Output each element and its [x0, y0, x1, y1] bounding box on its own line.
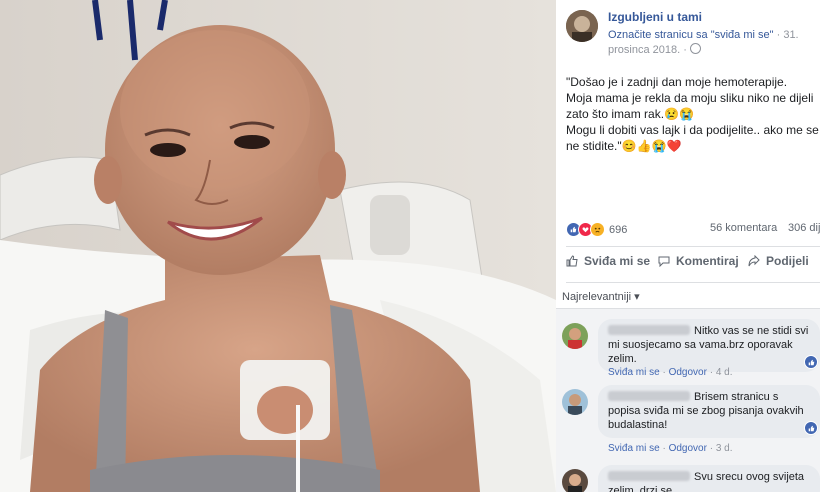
comments-count-link[interactable]: 56 komentara	[710, 222, 777, 234]
reactions-summary[interactable]: 696	[566, 222, 627, 237]
like-button-label: Sviđa mi se	[584, 254, 651, 268]
comment-like-link[interactable]: Sviđa mi se	[608, 443, 660, 454]
avatar-image	[566, 10, 598, 42]
sad-icon	[590, 222, 605, 237]
comment-bubble: Nitko vas se ne stidi svi mi suosjecamo …	[598, 319, 820, 372]
comment-like-link[interactable]: Sviđa mi se	[608, 367, 660, 378]
shares-count-link[interactable]: 306 dijeljenja	[788, 222, 820, 234]
comment-filter-dropdown[interactable]: Najrelevantniji ▾	[562, 290, 640, 303]
comment-reply-link[interactable]: Odgovor	[669, 443, 707, 454]
comment-time[interactable]: 3 d.	[716, 443, 733, 454]
reactions-count: 696	[609, 223, 628, 236]
share-icon	[748, 255, 760, 267]
share-button[interactable]: Podijeli	[748, 254, 809, 268]
photo-image	[0, 0, 556, 492]
post-meta: Označite stranicu sa "sviđa mi se" · 31.…	[608, 28, 820, 58]
comment-actions: Sviđa mi se · Odgovor · 3 d.	[608, 443, 733, 454]
comment-time[interactable]: 4 d.	[716, 367, 733, 378]
comment-author-redacted[interactable]	[608, 391, 690, 401]
avatar[interactable]	[562, 389, 588, 415]
divider	[566, 246, 820, 247]
page-name-link[interactable]: Izgubljeni u tami	[608, 10, 702, 24]
comment-button-label: Komentiraj	[676, 254, 739, 268]
post-text: "Došao je i zadnji dan moje hemoterapije…	[566, 75, 819, 153]
comment-actions: Sviđa mi se · Odgovor · 4 d.	[608, 367, 733, 378]
like-icon	[804, 421, 818, 435]
comments-list: Nitko vas se ne stidi svi mi suosjecamo …	[556, 308, 820, 492]
avatar[interactable]	[562, 323, 588, 349]
post-side-panel: Izgubljeni u tami Označite stranicu sa "…	[556, 0, 820, 492]
comment-bubble: Brisem stranicu s popisa sviđa mi se zbo…	[598, 385, 820, 438]
post-actions: Sviđa mi se Komentiraj Podijeli	[566, 254, 820, 274]
comment-author-redacted[interactable]	[608, 325, 690, 335]
avatar[interactable]	[562, 469, 588, 492]
post-stats: 696 56 komentara 306 dijeljenja	[566, 222, 820, 238]
page-avatar[interactable]	[566, 10, 598, 42]
thumb-up-icon	[566, 255, 578, 267]
share-button-label: Podijeli	[766, 254, 809, 268]
like-page-link[interactable]: Označite stranicu sa "sviđa mi se"	[608, 29, 774, 41]
divider	[566, 282, 820, 283]
comment-bubble: Svu srecu ovog svijeta zelim, drzi se	[598, 465, 820, 492]
comment-button[interactable]: Komentiraj	[658, 254, 739, 268]
like-icon	[804, 355, 818, 369]
comment-author-redacted[interactable]	[608, 471, 690, 481]
comment-reply-link[interactable]: Odgovor	[669, 367, 707, 378]
post-photo[interactable]	[0, 0, 556, 492]
like-button[interactable]: Sviđa mi se	[566, 254, 650, 268]
globe-icon	[689, 43, 701, 54]
comment-icon	[658, 256, 670, 267]
